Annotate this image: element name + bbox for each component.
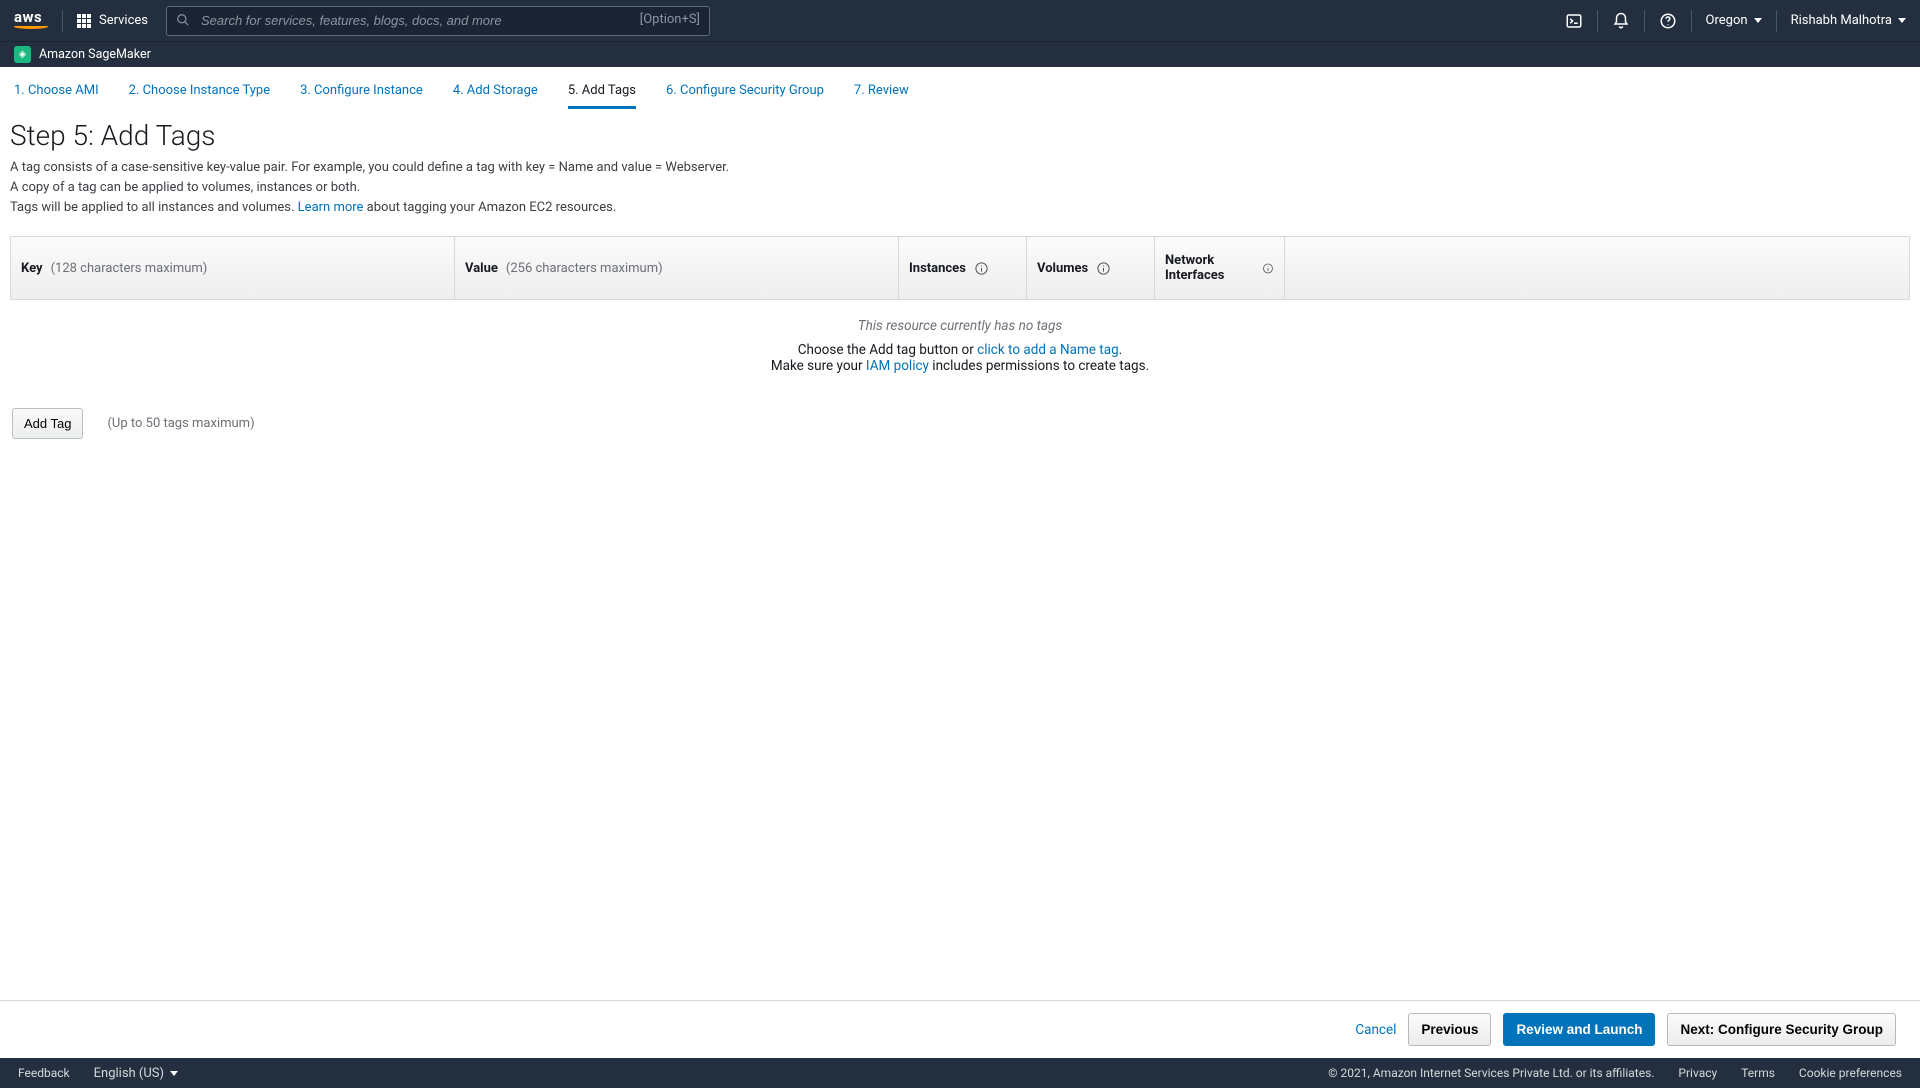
divider: [1597, 10, 1598, 32]
col-volumes-label: Volumes: [1037, 261, 1088, 276]
search-icon: [176, 13, 190, 27]
divider: [1691, 10, 1692, 32]
step-instance-type[interactable]: 2. Choose Instance Type: [129, 77, 270, 109]
terms-link[interactable]: Terms: [1741, 1066, 1775, 1080]
user-label: Rishabh Malhotra: [1791, 13, 1892, 28]
step-security-group[interactable]: 6. Configure Security Group: [666, 77, 824, 109]
learn-more-link[interactable]: Learn more: [298, 200, 364, 215]
services-label: Services: [99, 13, 148, 28]
search-input[interactable]: [166, 6, 710, 36]
add-tag-button[interactable]: Add Tag: [12, 408, 83, 439]
wizard-footer: Cancel Previous Review and Launch Next: …: [0, 1000, 1920, 1058]
col-key-hint: (128 characters maximum): [51, 261, 208, 276]
sagemaker-icon: ◈: [14, 46, 31, 63]
step-choose-ami[interactable]: 1. Choose AMI: [14, 77, 99, 109]
desc-line1: A tag consists of a case-sensitive key-v…: [10, 158, 1910, 178]
page-footer: Feedback English (US) © 2021, Amazon Int…: [0, 1058, 1920, 1088]
privacy-link[interactable]: Privacy: [1678, 1066, 1717, 1080]
cancel-link[interactable]: Cancel: [1355, 1022, 1396, 1038]
desc-line2: A copy of a tag can be applied to volume…: [10, 178, 1910, 198]
search-shortcut: [Option+S]: [640, 12, 700, 27]
chevron-down-icon: [1754, 18, 1762, 23]
col-value-label: Value: [465, 261, 498, 276]
services-menu[interactable]: Services: [77, 13, 148, 28]
col-key: Key (128 characters maximum): [11, 237, 455, 299]
step-add-storage[interactable]: 4. Add Storage: [453, 77, 538, 109]
desc-line3: Tags will be applied to all instances an…: [10, 198, 1910, 218]
region-label: Oregon: [1706, 13, 1748, 28]
region-selector[interactable]: Oregon: [1706, 13, 1762, 28]
page-description: A tag consists of a case-sensitive key-v…: [10, 158, 1910, 218]
chevron-down-icon: [170, 1071, 178, 1076]
col-value-hint: (256 characters maximum): [506, 261, 663, 276]
col-network-interfaces: Network Interfaces: [1155, 237, 1285, 299]
col-instances: Instances: [899, 237, 1027, 299]
divider: [1644, 10, 1645, 32]
service-link[interactable]: Amazon SageMaker: [39, 47, 151, 62]
review-launch-button[interactable]: Review and Launch: [1503, 1013, 1655, 1046]
divider: [1776, 10, 1777, 32]
tag-limit-hint: (Up to 50 tags maximum): [107, 416, 254, 431]
grid-icon: [77, 14, 91, 28]
col-volumes: Volumes: [1027, 237, 1155, 299]
iam-hint: Make sure your IAM policy includes permi…: [10, 358, 1910, 374]
add-tag-row: Add Tag (Up to 50 tags maximum): [10, 408, 1910, 439]
tags-table-header: Key (128 characters maximum) Value (256 …: [10, 236, 1910, 300]
step-add-tags: 5. Add Tags: [568, 77, 636, 109]
col-actions: [1285, 237, 1305, 299]
divider: [62, 10, 63, 32]
account-menu[interactable]: Rishabh Malhotra: [1791, 13, 1906, 28]
no-tags-message: This resource currently has no tags: [10, 318, 1910, 334]
cookie-prefs-link[interactable]: Cookie preferences: [1799, 1066, 1902, 1080]
help-icon[interactable]: [1659, 12, 1677, 30]
next-button[interactable]: Next: Configure Security Group: [1667, 1013, 1896, 1046]
feedback-link[interactable]: Feedback: [18, 1066, 70, 1080]
empty-state: This resource currently has no tags Choo…: [10, 318, 1910, 374]
service-subnav: ◈ Amazon SageMaker: [0, 41, 1920, 67]
info-icon[interactable]: [1262, 261, 1274, 276]
col-instances-label: Instances: [909, 261, 966, 276]
aws-logo[interactable]: aws: [14, 12, 48, 29]
page-title: Step 5: Add Tags: [10, 119, 1910, 152]
top-nav: aws Services [Option+S] Oregon Rishabh M…: [0, 0, 1920, 41]
copyright: © 2021, Amazon Internet Services Private…: [1328, 1066, 1654, 1080]
bell-icon[interactable]: [1612, 12, 1630, 30]
step-configure-instance[interactable]: 3. Configure Instance: [300, 77, 423, 109]
step-review[interactable]: 7. Review: [854, 77, 909, 109]
chevron-down-icon: [1898, 18, 1906, 23]
col-key-label: Key: [21, 261, 43, 276]
main-content: Step 5: Add Tags A tag consists of a cas…: [0, 109, 1920, 1000]
search-wrap: [Option+S]: [166, 6, 710, 36]
info-icon[interactable]: [974, 261, 989, 276]
language-label: English (US): [94, 1066, 164, 1081]
info-icon[interactable]: [1096, 261, 1111, 276]
previous-button[interactable]: Previous: [1408, 1013, 1491, 1046]
cloudshell-icon[interactable]: [1565, 12, 1583, 30]
add-tag-hint: Choose the Add tag button or click to ad…: [10, 342, 1910, 358]
iam-policy-link[interactable]: IAM policy: [866, 358, 929, 374]
language-selector[interactable]: English (US): [94, 1066, 178, 1081]
col-netif-label: Network Interfaces: [1165, 253, 1254, 283]
add-name-tag-link[interactable]: click to add a Name tag: [977, 342, 1119, 358]
wizard-steps: 1. Choose AMI 2. Choose Instance Type 3.…: [0, 67, 1920, 109]
col-value: Value (256 characters maximum): [455, 237, 899, 299]
